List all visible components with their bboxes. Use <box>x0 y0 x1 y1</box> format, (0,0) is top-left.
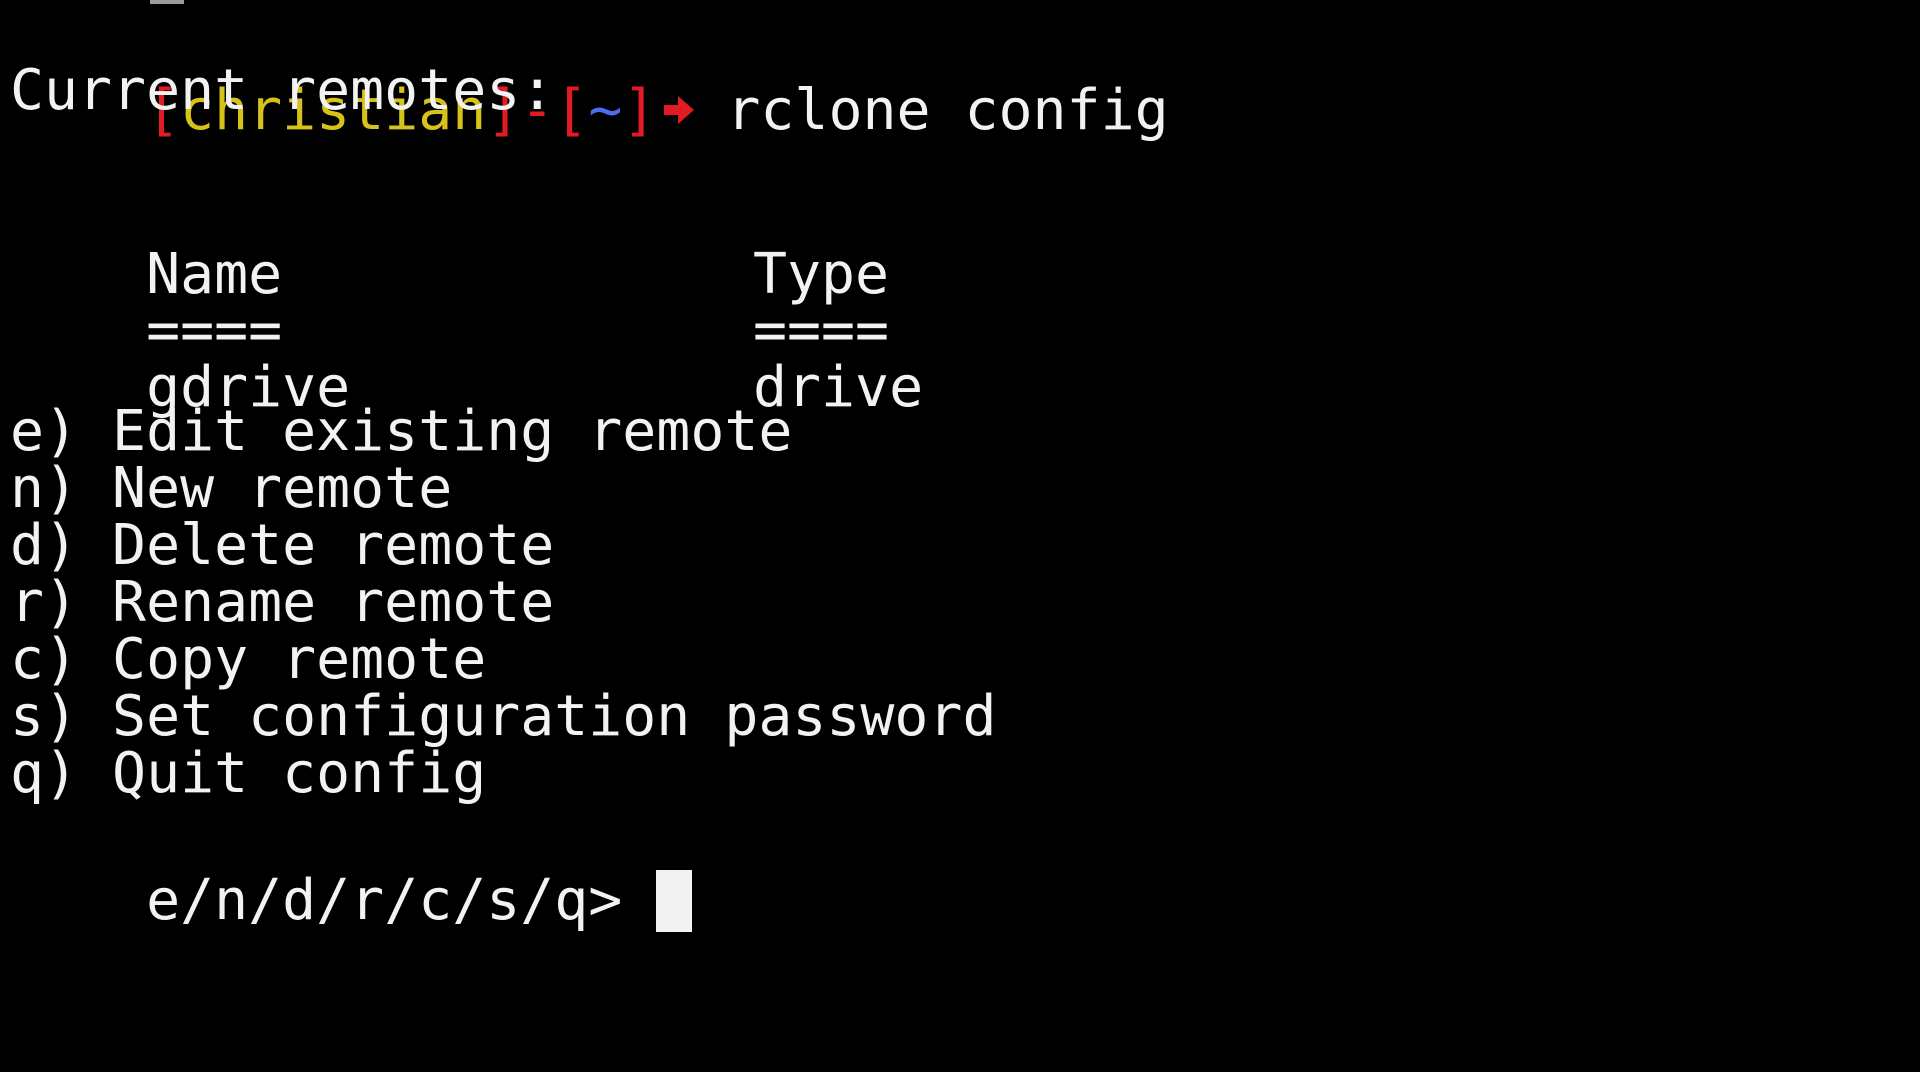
block-cursor[interactable] <box>656 870 693 932</box>
prompt-cwd: ~ <box>588 78 623 143</box>
entered-command: rclone config <box>726 78 1169 143</box>
input-line[interactable]: e/n/d/r/c/s/q> <box>10 796 693 933</box>
input-prompt: e/n/d/r/c/s/q> <box>146 868 657 933</box>
remotes-header: Current remotes: <box>10 58 555 123</box>
terminal-window[interactable]: [christian]-[~] rclone config Current rem… <box>0 0 1920 1072</box>
scroll-remnant <box>150 0 184 4</box>
right-arrow-icon <box>662 76 696 146</box>
table-row: gdrive drive <box>10 283 1210 420</box>
prompt-close-bracket: ] <box>622 78 657 143</box>
